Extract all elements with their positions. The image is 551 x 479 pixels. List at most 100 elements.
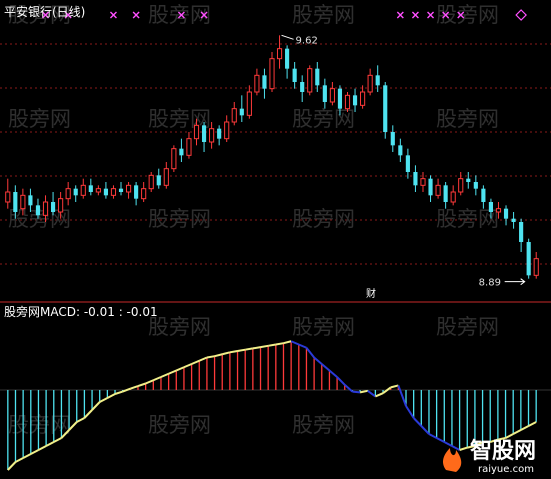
dif-seg-55 <box>420 425 430 435</box>
watermark-1: 股旁网 <box>148 3 211 27</box>
candle-body-19 <box>148 174 154 190</box>
candle-body-47 <box>360 91 366 106</box>
candle-body-3 <box>28 195 33 206</box>
dif-seg-69 <box>528 421 537 427</box>
candle-body-22 <box>171 148 177 170</box>
dif-seg-49 <box>374 392 384 398</box>
dif-seg-67 <box>512 429 522 435</box>
candle-body-13 <box>103 188 108 196</box>
candle-body-25 <box>193 124 200 140</box>
candle-body-63 <box>481 188 486 202</box>
candle-body-59 <box>450 191 456 203</box>
dif-seg-27 <box>206 355 215 359</box>
macd-panel <box>7 340 537 471</box>
signal-cross-8 <box>427 11 435 19</box>
dif-seg-3 <box>22 453 32 459</box>
watermark-6: 股旁网 <box>292 107 355 131</box>
candle-body-21 <box>163 168 169 186</box>
dif-seg-37 <box>283 340 292 345</box>
dif-seg-39 <box>298 343 307 349</box>
finance-badge: 财 <box>366 287 376 300</box>
candle-body-58 <box>443 185 448 202</box>
dif-seg-43 <box>328 369 338 378</box>
candle-body-4 <box>35 205 41 216</box>
dif-seg-34 <box>260 344 269 349</box>
candle-body-60 <box>458 178 464 193</box>
flame-icon <box>443 448 462 472</box>
dif-seg-47 <box>359 389 368 394</box>
candle-body-23 <box>179 148 184 156</box>
dif-seg-32 <box>245 347 254 351</box>
dif-seg-45 <box>344 384 354 393</box>
candle-body-31 <box>239 108 244 116</box>
candle-body-7 <box>58 198 64 213</box>
low-pointer <box>504 278 526 286</box>
dif-seg-24 <box>183 363 192 369</box>
candle-body-1 <box>13 192 18 212</box>
candle-body-5 <box>42 201 49 216</box>
dif-seg-38 <box>290 340 300 346</box>
candle-body-49 <box>375 75 380 86</box>
candle-body-46 <box>352 95 358 106</box>
dif-seg-35 <box>268 343 276 347</box>
candle-body-62 <box>473 182 478 189</box>
candle-body-55 <box>420 178 426 186</box>
dif-seg-31 <box>237 348 246 352</box>
dif-seg-4 <box>30 449 39 455</box>
high-pointer <box>281 34 294 40</box>
dif-seg-48 <box>367 389 376 398</box>
candle-body-44 <box>337 88 343 109</box>
dif-seg-5 <box>37 445 47 451</box>
watermark-17: 股旁网 <box>292 413 355 437</box>
dif-seg-7 <box>53 437 62 443</box>
candle-body-27 <box>209 128 215 143</box>
chart-title: 平安银行(日线) <box>4 4 85 19</box>
dif-seg-12 <box>91 401 101 411</box>
dif-seg-51 <box>390 384 399 389</box>
dif-seg-21 <box>160 372 170 378</box>
dif-seg-25 <box>191 359 200 365</box>
macd-values: MACD: -0.01 : -0.01 <box>40 305 158 319</box>
candle-body-66 <box>503 208 509 219</box>
dif-seg-68 <box>520 425 529 431</box>
chart-area: 股旁网 股旁网 股旁网 股旁网 股旁网 股旁网 股旁网 股旁网 股旁网 股旁网 股旁网 股旁网 股旁网股… <box>0 0 551 479</box>
logo-url: raiyue.com <box>478 464 534 475</box>
dif-seg-26 <box>198 356 208 362</box>
dif-seg-60 <box>459 446 468 451</box>
candle-body-45 <box>344 94 351 110</box>
dif-seg-58 <box>443 441 453 447</box>
candle-body-52 <box>398 145 403 156</box>
dif-seg-22 <box>168 369 177 375</box>
candle-body-6 <box>50 202 56 212</box>
dif-seg-36 <box>275 342 284 346</box>
candle-body-54 <box>413 172 418 186</box>
low-label: 8.89 <box>479 278 501 289</box>
dif-seg-1 <box>7 461 17 471</box>
signal-diamond-11 <box>515 9 527 21</box>
candle-body-24 <box>186 138 192 156</box>
dif-seg-54 <box>412 417 423 427</box>
dif-seg-41 <box>313 356 323 365</box>
watermark-2: 股旁网 <box>292 3 355 27</box>
candle-body-57 <box>435 184 441 196</box>
candle-body-53 <box>405 155 410 172</box>
dif-seg-10 <box>76 417 85 423</box>
watermark-4: 股旁网 <box>8 107 71 131</box>
dif-seg-14 <box>106 393 116 399</box>
candle-body-70 <box>533 258 539 276</box>
candle-body-56 <box>428 178 433 196</box>
dif-seg-30 <box>229 350 238 354</box>
candle-body-51 <box>390 132 395 146</box>
candle-body-14 <box>110 188 117 196</box>
candle-body-50 <box>383 85 388 132</box>
dif-seg-19 <box>145 379 154 385</box>
dif-seg-53 <box>405 405 415 419</box>
candle-body-38 <box>292 68 297 82</box>
watermark-7: 股旁网 <box>436 107 499 131</box>
candle-body-10 <box>80 184 86 196</box>
watermark-16: 股旁网 <box>148 413 211 437</box>
candle-body-34 <box>262 75 267 89</box>
candle-body-28 <box>217 128 222 139</box>
candle-body-41 <box>315 68 320 86</box>
dif-seg-46 <box>352 390 361 394</box>
